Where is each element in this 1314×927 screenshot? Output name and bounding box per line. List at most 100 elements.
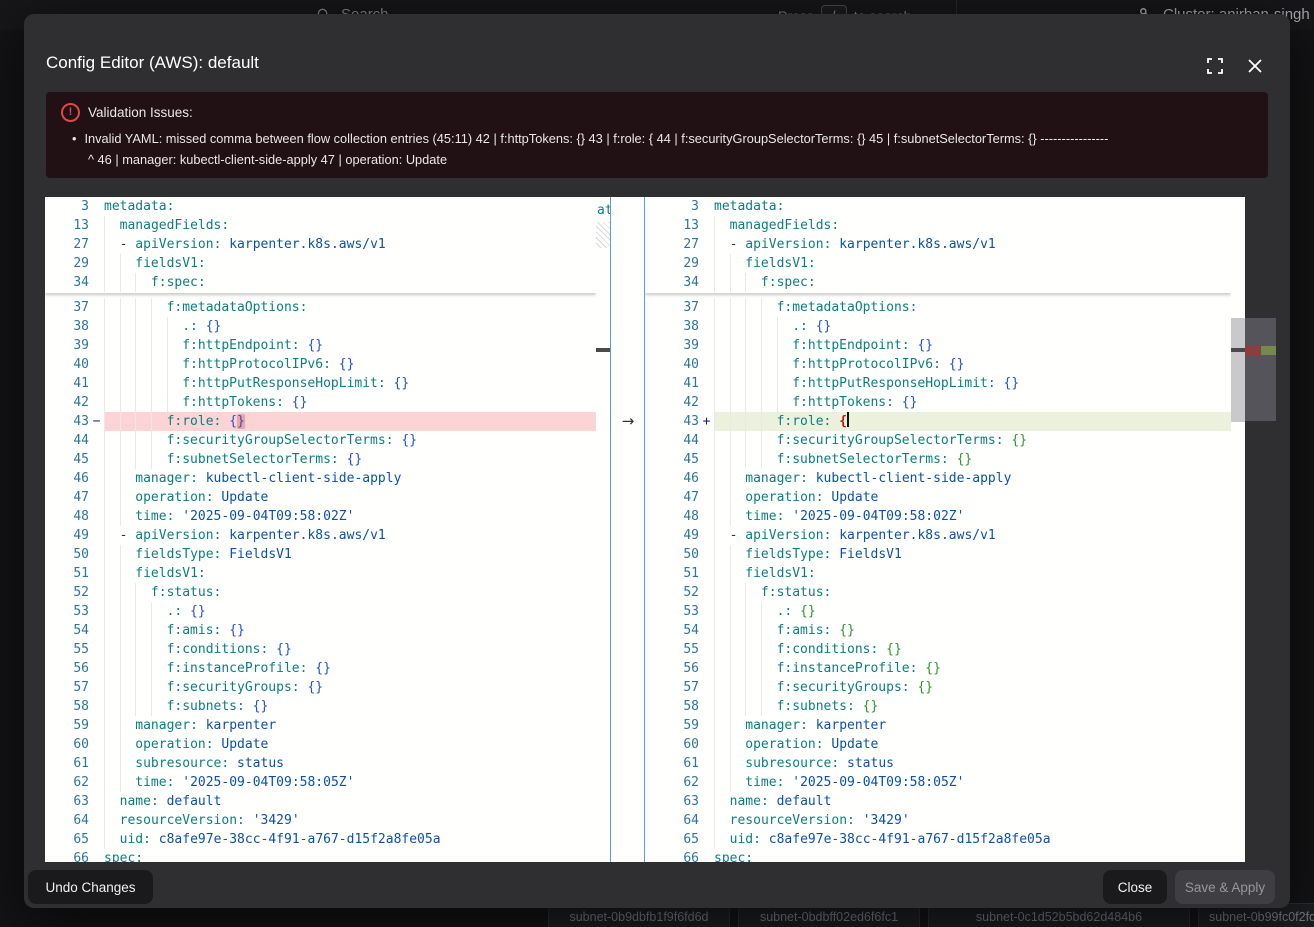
- line-number: 64: [45, 811, 89, 830]
- code-line-left-61[interactable]: 61subresource: status: [45, 754, 596, 773]
- code-line-right-39[interactable]: 39f:httpEndpoint: {}: [645, 336, 1231, 355]
- code-line-right-59[interactable]: 59manager: karpenter: [645, 716, 1231, 735]
- close-dialog-button[interactable]: [1236, 47, 1274, 85]
- code-line-left-39[interactable]: 39f:httpEndpoint: {}: [45, 336, 596, 355]
- code-line-right-3[interactable]: 3metadata:: [645, 197, 1231, 216]
- code-line-left-44[interactable]: 44f:securityGroupSelectorTerms: {}: [45, 431, 596, 450]
- code-line-left-49[interactable]: 49- apiVersion: karpenter.k8s.aws/v1: [45, 526, 596, 545]
- code-line-right-48[interactable]: 48time: '2025-09-04T09:58:02Z': [645, 507, 1231, 526]
- code-line-left-56[interactable]: 56f:instanceProfile: {}: [45, 659, 596, 678]
- code-content-left[interactable]: 37f:metadataOptions:38.: {}39f:httpEndpo…: [45, 298, 596, 862]
- code-line-left-47[interactable]: 47operation: Update: [45, 488, 596, 507]
- code-line-right-13[interactable]: 13managedFields:: [645, 216, 1231, 235]
- code-line-right-43[interactable]: 43+f:role: {: [645, 412, 1231, 431]
- code-line-right-44[interactable]: 44f:securityGroupSelectorTerms: {}: [645, 431, 1231, 450]
- code-line-left-43[interactable]: 43−f:role: {}: [45, 412, 596, 431]
- diff-sign: [89, 545, 104, 564]
- code-line-right-27[interactable]: 27- apiVersion: karpenter.k8s.aws/v1: [645, 235, 1231, 254]
- code-line-right-54[interactable]: 54f:amis: {}: [645, 621, 1231, 640]
- code-line-right-66[interactable]: 66spec:: [645, 849, 1231, 862]
- code-line-left-57[interactable]: 57f:securityGroups: {}: [45, 678, 596, 697]
- code-line-right-38[interactable]: 38.: {}: [645, 317, 1231, 336]
- code-line-right-46[interactable]: 46manager: kubectl-client-side-apply: [645, 469, 1231, 488]
- code-line-left-53[interactable]: 53.: {}: [45, 602, 596, 621]
- code-line-left-60[interactable]: 60operation: Update: [45, 735, 596, 754]
- line-content: name: default: [104, 792, 596, 811]
- code-line-left-29[interactable]: 29fieldsV1:: [45, 254, 596, 273]
- code-line-right-52[interactable]: 52f:status:: [645, 583, 1231, 602]
- yaml-diff-editor[interactable]: 3metadata:13managedFields:27- apiVersion…: [45, 197, 1245, 862]
- code-line-right-58[interactable]: 58f:subnets: {}: [645, 697, 1231, 716]
- code-line-left-45[interactable]: 45f:subnetSelectorTerms: {}: [45, 450, 596, 469]
- diff-sign: [699, 735, 714, 754]
- code-line-left-65[interactable]: 65uid: c8afe97e-38cc-4f91-a767-d15f2a8fe…: [45, 830, 596, 849]
- diff-original-pane[interactable]: 3metadata:13managedFields:27- apiVersion…: [45, 197, 596, 862]
- diff-sign: [699, 469, 714, 488]
- code-line-right-50[interactable]: 50fieldsType: FieldsV1: [645, 545, 1231, 564]
- code-line-right-40[interactable]: 40f:httpProtocolIPv6: {}: [645, 355, 1231, 374]
- code-line-left-59[interactable]: 59manager: karpenter: [45, 716, 596, 735]
- code-line-left-64[interactable]: 64resourceVersion: '3429': [45, 811, 596, 830]
- code-line-left-62[interactable]: 62time: '2025-09-04T09:58:05Z': [45, 773, 596, 792]
- code-line-right-55[interactable]: 55f:conditions: {}: [645, 640, 1231, 659]
- line-number: 58: [45, 697, 89, 716]
- code-line-left-63[interactable]: 63name: default: [45, 792, 596, 811]
- code-line-right-47[interactable]: 47operation: Update: [645, 488, 1231, 507]
- code-line-left-58[interactable]: 58f:subnets: {}: [45, 697, 596, 716]
- code-line-left-46[interactable]: 46manager: kubectl-client-side-apply: [45, 469, 596, 488]
- code-line-left-42[interactable]: 42f:httpTokens: {}: [45, 393, 596, 412]
- code-line-right-53[interactable]: 53.: {}: [645, 602, 1231, 621]
- save-apply-button[interactable]: Save & Apply: [1175, 870, 1275, 904]
- code-line-left-48[interactable]: 48time: '2025-09-04T09:58:02Z': [45, 507, 596, 526]
- code-line-left-40[interactable]: 40f:httpProtocolIPv6: {}: [45, 355, 596, 374]
- line-content: f:conditions: {}: [104, 640, 596, 659]
- code-line-right-63[interactable]: 63name: default: [645, 792, 1231, 811]
- diff-modified-pane[interactable]: 3metadata:13managedFields:27- apiVersion…: [645, 197, 1231, 862]
- diff-sign: [89, 716, 104, 735]
- code-content-right[interactable]: 37f:metadataOptions:38.: {}39f:httpEndpo…: [645, 298, 1231, 862]
- code-line-left-55[interactable]: 55f:conditions: {}: [45, 640, 596, 659]
- scrollbar-thumb[interactable]: [1231, 318, 1245, 422]
- line-content: f:spec:: [104, 273, 596, 292]
- code-line-right-49[interactable]: 49- apiVersion: karpenter.k8s.aws/v1: [645, 526, 1231, 545]
- code-line-left-66[interactable]: 66spec:: [45, 849, 596, 862]
- diff-editor-sash[interactable]: →: [610, 197, 645, 862]
- line-content: f:securityGroups: {}: [104, 678, 596, 697]
- code-line-left-52[interactable]: 52f:status:: [45, 583, 596, 602]
- undo-changes-button[interactable]: Undo Changes: [28, 870, 153, 904]
- line-content: manager: kubectl-client-side-apply: [104, 469, 596, 488]
- code-line-left-41[interactable]: 41f:httpPutResponseHopLimit: {}: [45, 374, 596, 393]
- code-line-left-50[interactable]: 50fieldsType: FieldsV1: [45, 545, 596, 564]
- code-line-right-57[interactable]: 57f:securityGroups: {}: [645, 678, 1231, 697]
- diff-sign: [699, 564, 714, 583]
- line-number: 34: [645, 273, 699, 292]
- code-line-right-51[interactable]: 51fieldsV1:: [645, 564, 1231, 583]
- fullscreen-button[interactable]: [1196, 47, 1234, 85]
- code-line-right-62[interactable]: 62time: '2025-09-04T09:58:05Z': [645, 773, 1231, 792]
- line-number: 48: [645, 507, 699, 526]
- code-line-right-41[interactable]: 41f:httpPutResponseHopLimit: {}: [645, 374, 1231, 393]
- close-button[interactable]: Close: [1103, 870, 1167, 904]
- code-line-right-65[interactable]: 65uid: c8afe97e-38cc-4f91-a767-d15f2a8fe…: [645, 830, 1231, 849]
- code-line-right-37[interactable]: 37f:metadataOptions:: [645, 298, 1231, 317]
- code-line-left-38[interactable]: 38.: {}: [45, 317, 596, 336]
- code-line-right-29[interactable]: 29fieldsV1:: [645, 254, 1231, 273]
- code-line-right-64[interactable]: 64resourceVersion: '3429': [645, 811, 1231, 830]
- code-line-left-34[interactable]: 34f:spec:: [45, 273, 596, 292]
- diff-sign: [89, 830, 104, 849]
- code-line-right-56[interactable]: 56f:instanceProfile: {}: [645, 659, 1231, 678]
- code-line-right-45[interactable]: 45f:subnetSelectorTerms: {}: [645, 450, 1231, 469]
- line-number: 40: [45, 355, 89, 374]
- code-line-right-42[interactable]: 42f:httpTokens: {}: [645, 393, 1231, 412]
- code-line-right-61[interactable]: 61subresource: status: [645, 754, 1231, 773]
- line-number: 38: [45, 317, 89, 336]
- code-line-left-51[interactable]: 51fieldsV1:: [45, 564, 596, 583]
- code-line-left-54[interactable]: 54f:amis: {}: [45, 621, 596, 640]
- code-line-left-13[interactable]: 13managedFields:: [45, 216, 596, 235]
- code-line-right-60[interactable]: 60operation: Update: [645, 735, 1231, 754]
- code-line-left-27[interactable]: 27- apiVersion: karpenter.k8s.aws/v1: [45, 235, 596, 254]
- code-line-left-3[interactable]: 3metadata:: [45, 197, 596, 216]
- code-line-left-37[interactable]: 37f:metadataOptions:: [45, 298, 596, 317]
- revert-arrow-icon[interactable]: →: [616, 412, 640, 431]
- code-line-right-34[interactable]: 34f:spec:: [645, 273, 1231, 292]
